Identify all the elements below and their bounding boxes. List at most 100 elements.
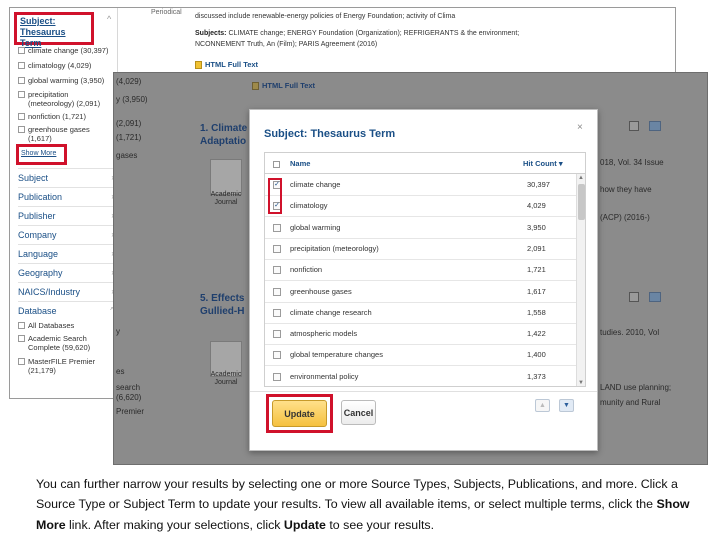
table-scrollbar[interactable]: ▲ ▼ <box>576 174 585 386</box>
dim-text: LAND use planning; <box>600 383 672 392</box>
folder-icon <box>649 292 661 302</box>
journal-icon <box>210 159 242 195</box>
update-button[interactable]: Update <box>272 400 327 427</box>
result-subjects: Subjects: CLIMATE change; ENERGY Foundat… <box>195 30 520 37</box>
term-name[interactable]: climatology <box>290 201 328 210</box>
journal-label: Academic Journal <box>210 371 242 386</box>
dim-text: y (3,950) <box>116 95 148 104</box>
table-row[interactable]: nonfiction 1,721 <box>265 259 576 282</box>
term-hit-count: 1,400 <box>527 350 546 360</box>
checkbox-icon[interactable] <box>273 266 281 275</box>
filter-category-publisher[interactable]: Publisher› <box>18 206 114 221</box>
scroll-thumb[interactable] <box>578 184 585 220</box>
database-option[interactable]: MasterFILE Premier (21,179) <box>18 357 106 375</box>
checkbox-icon[interactable] <box>18 358 25 365</box>
checkbox-icon[interactable] <box>273 308 281 317</box>
checkbox-icon[interactable] <box>18 77 25 84</box>
term-name[interactable]: nonfiction <box>290 265 322 274</box>
scroll-down-icon[interactable]: ▼ <box>578 380 584 386</box>
periodical-label: Periodical <box>151 9 182 16</box>
filter-category-language[interactable]: Language› <box>18 244 114 259</box>
result-5-subtitle: Gullied-H <box>200 306 245 317</box>
dialog-title: Subject: Thesaurus Term <box>264 128 396 140</box>
table-row[interactable]: ✓ climatology 4,029 <box>265 195 576 218</box>
close-icon[interactable]: × <box>577 122 583 133</box>
dim-text: es <box>116 367 125 376</box>
chevron-up-icon[interactable]: ^ <box>107 14 111 24</box>
filter-option[interactable]: nonfiction (1,721) <box>18 112 86 121</box>
filter-category-subject[interactable]: Subject› <box>18 168 114 183</box>
column-name[interactable]: Name <box>290 159 310 168</box>
filter-category-geography[interactable]: Geography› <box>18 263 114 278</box>
filter-option[interactable]: climate change (30,397) <box>18 46 108 55</box>
database-option[interactable]: Academic Search Complete (59,620) <box>18 334 106 352</box>
checkbox-icon[interactable] <box>273 244 281 253</box>
filter-category-publication[interactable]: Publication› <box>18 187 114 202</box>
folder-icon <box>649 121 661 131</box>
term-name[interactable]: environmental policy <box>290 372 358 381</box>
checkbox-icon[interactable] <box>273 223 281 232</box>
cancel-button[interactable]: Cancel <box>341 400 376 425</box>
dim-text: munity and Rural <box>600 398 661 407</box>
column-hit-count[interactable]: Hit Count ▾ <box>523 159 563 168</box>
term-name[interactable]: climate change research <box>290 308 372 317</box>
dim-text: tudies. 2010, Vol <box>600 328 660 337</box>
checkbox-icon[interactable] <box>18 322 25 329</box>
checkbox-icon[interactable] <box>18 113 25 120</box>
checkbox-icon[interactable] <box>273 287 281 296</box>
term-hit-count: 3,950 <box>527 222 546 232</box>
dim-text: Premier <box>116 407 145 416</box>
dim-text: (1,721) <box>116 133 142 142</box>
table-row[interactable]: global temperature changes 1,400 <box>265 344 576 367</box>
html-full-text-link[interactable]: HTML Full Text <box>195 60 258 69</box>
filter-option[interactable]: global warming (3,950) <box>18 76 104 85</box>
term-name[interactable]: climate change <box>290 180 340 189</box>
filter-category-company[interactable]: Company› <box>18 225 114 240</box>
term-name[interactable]: global temperature changes <box>290 350 383 359</box>
table-row[interactable]: environmental policy 1,373 <box>265 366 576 386</box>
filter-option[interactable]: greenhouse gases (1,617) <box>18 125 104 143</box>
update-highlight: Update <box>266 394 333 433</box>
filter-option[interactable]: precipitation (meteorology) (2,091) <box>18 90 104 108</box>
show-more-link[interactable]: Show More <box>16 144 67 165</box>
journal-label: Academic Journal <box>210 191 242 206</box>
checkbox-icon[interactable] <box>18 91 25 98</box>
term-table: Name Hit Count ▾ ✓ climate change 30,397 ✓ c… <box>264 152 586 387</box>
checkbox-icon[interactable] <box>273 372 281 381</box>
dim-text: 018, Vol. 34 Issue <box>600 158 664 167</box>
term-name[interactable]: global warming <box>290 223 340 232</box>
filter-category-naics[interactable]: NAICS/Industry› <box>18 282 114 297</box>
update-emphasis: Update <box>283 517 326 532</box>
term-name[interactable]: precipitation (meteorology) <box>290 244 379 253</box>
checkbox-icon[interactable] <box>273 351 281 360</box>
database-option[interactable]: All Databases <box>18 321 74 330</box>
checkbox-icon[interactable] <box>18 126 25 133</box>
table-row[interactable]: ✓ climate change 30,397 <box>265 174 576 196</box>
filter-sidebar: Subject: Thesaurus Term ^ climate change… <box>10 8 118 398</box>
checkbox-icon[interactable] <box>18 47 25 54</box>
preview-icon <box>629 121 639 131</box>
table-row[interactable]: greenhouse gases 1,617 <box>265 281 576 303</box>
page-down-button[interactable]: ▼ <box>559 399 574 412</box>
page-up-button[interactable]: ▲ <box>535 399 550 412</box>
scroll-up-icon[interactable]: ▲ <box>578 175 584 181</box>
select-all-checkbox[interactable] <box>273 161 280 168</box>
sort-desc-icon: ▾ <box>558 159 563 168</box>
dim-text: how they have <box>600 185 652 194</box>
filter-category-database[interactable]: Database^ <box>18 301 114 316</box>
filter-heading[interactable]: Subject: Thesaurus Term <box>14 12 94 48</box>
filter-option[interactable]: climatology (4,029) <box>18 61 91 70</box>
checkbox-icon[interactable] <box>273 330 281 339</box>
dim-text: search <box>116 383 141 392</box>
table-row[interactable]: atmospheric models 1,422 <box>265 323 576 346</box>
table-row[interactable]: climate change research 1,558 <box>265 302 576 324</box>
checkbox-icon[interactable] <box>18 62 25 69</box>
html-icon <box>252 81 259 90</box>
checkbox-icon[interactable] <box>18 335 25 342</box>
table-row[interactable]: global warming 3,950 <box>265 217 576 239</box>
term-name[interactable]: greenhouse gases <box>290 287 352 296</box>
term-name[interactable]: atmospheric models <box>290 329 357 338</box>
term-hit-count: 1,721 <box>527 265 546 275</box>
thesaurus-term-dialog: Subject: Thesaurus Term × Name Hit Count… <box>249 109 598 451</box>
table-row[interactable]: precipitation (meteorology) 2,091 <box>265 238 576 260</box>
